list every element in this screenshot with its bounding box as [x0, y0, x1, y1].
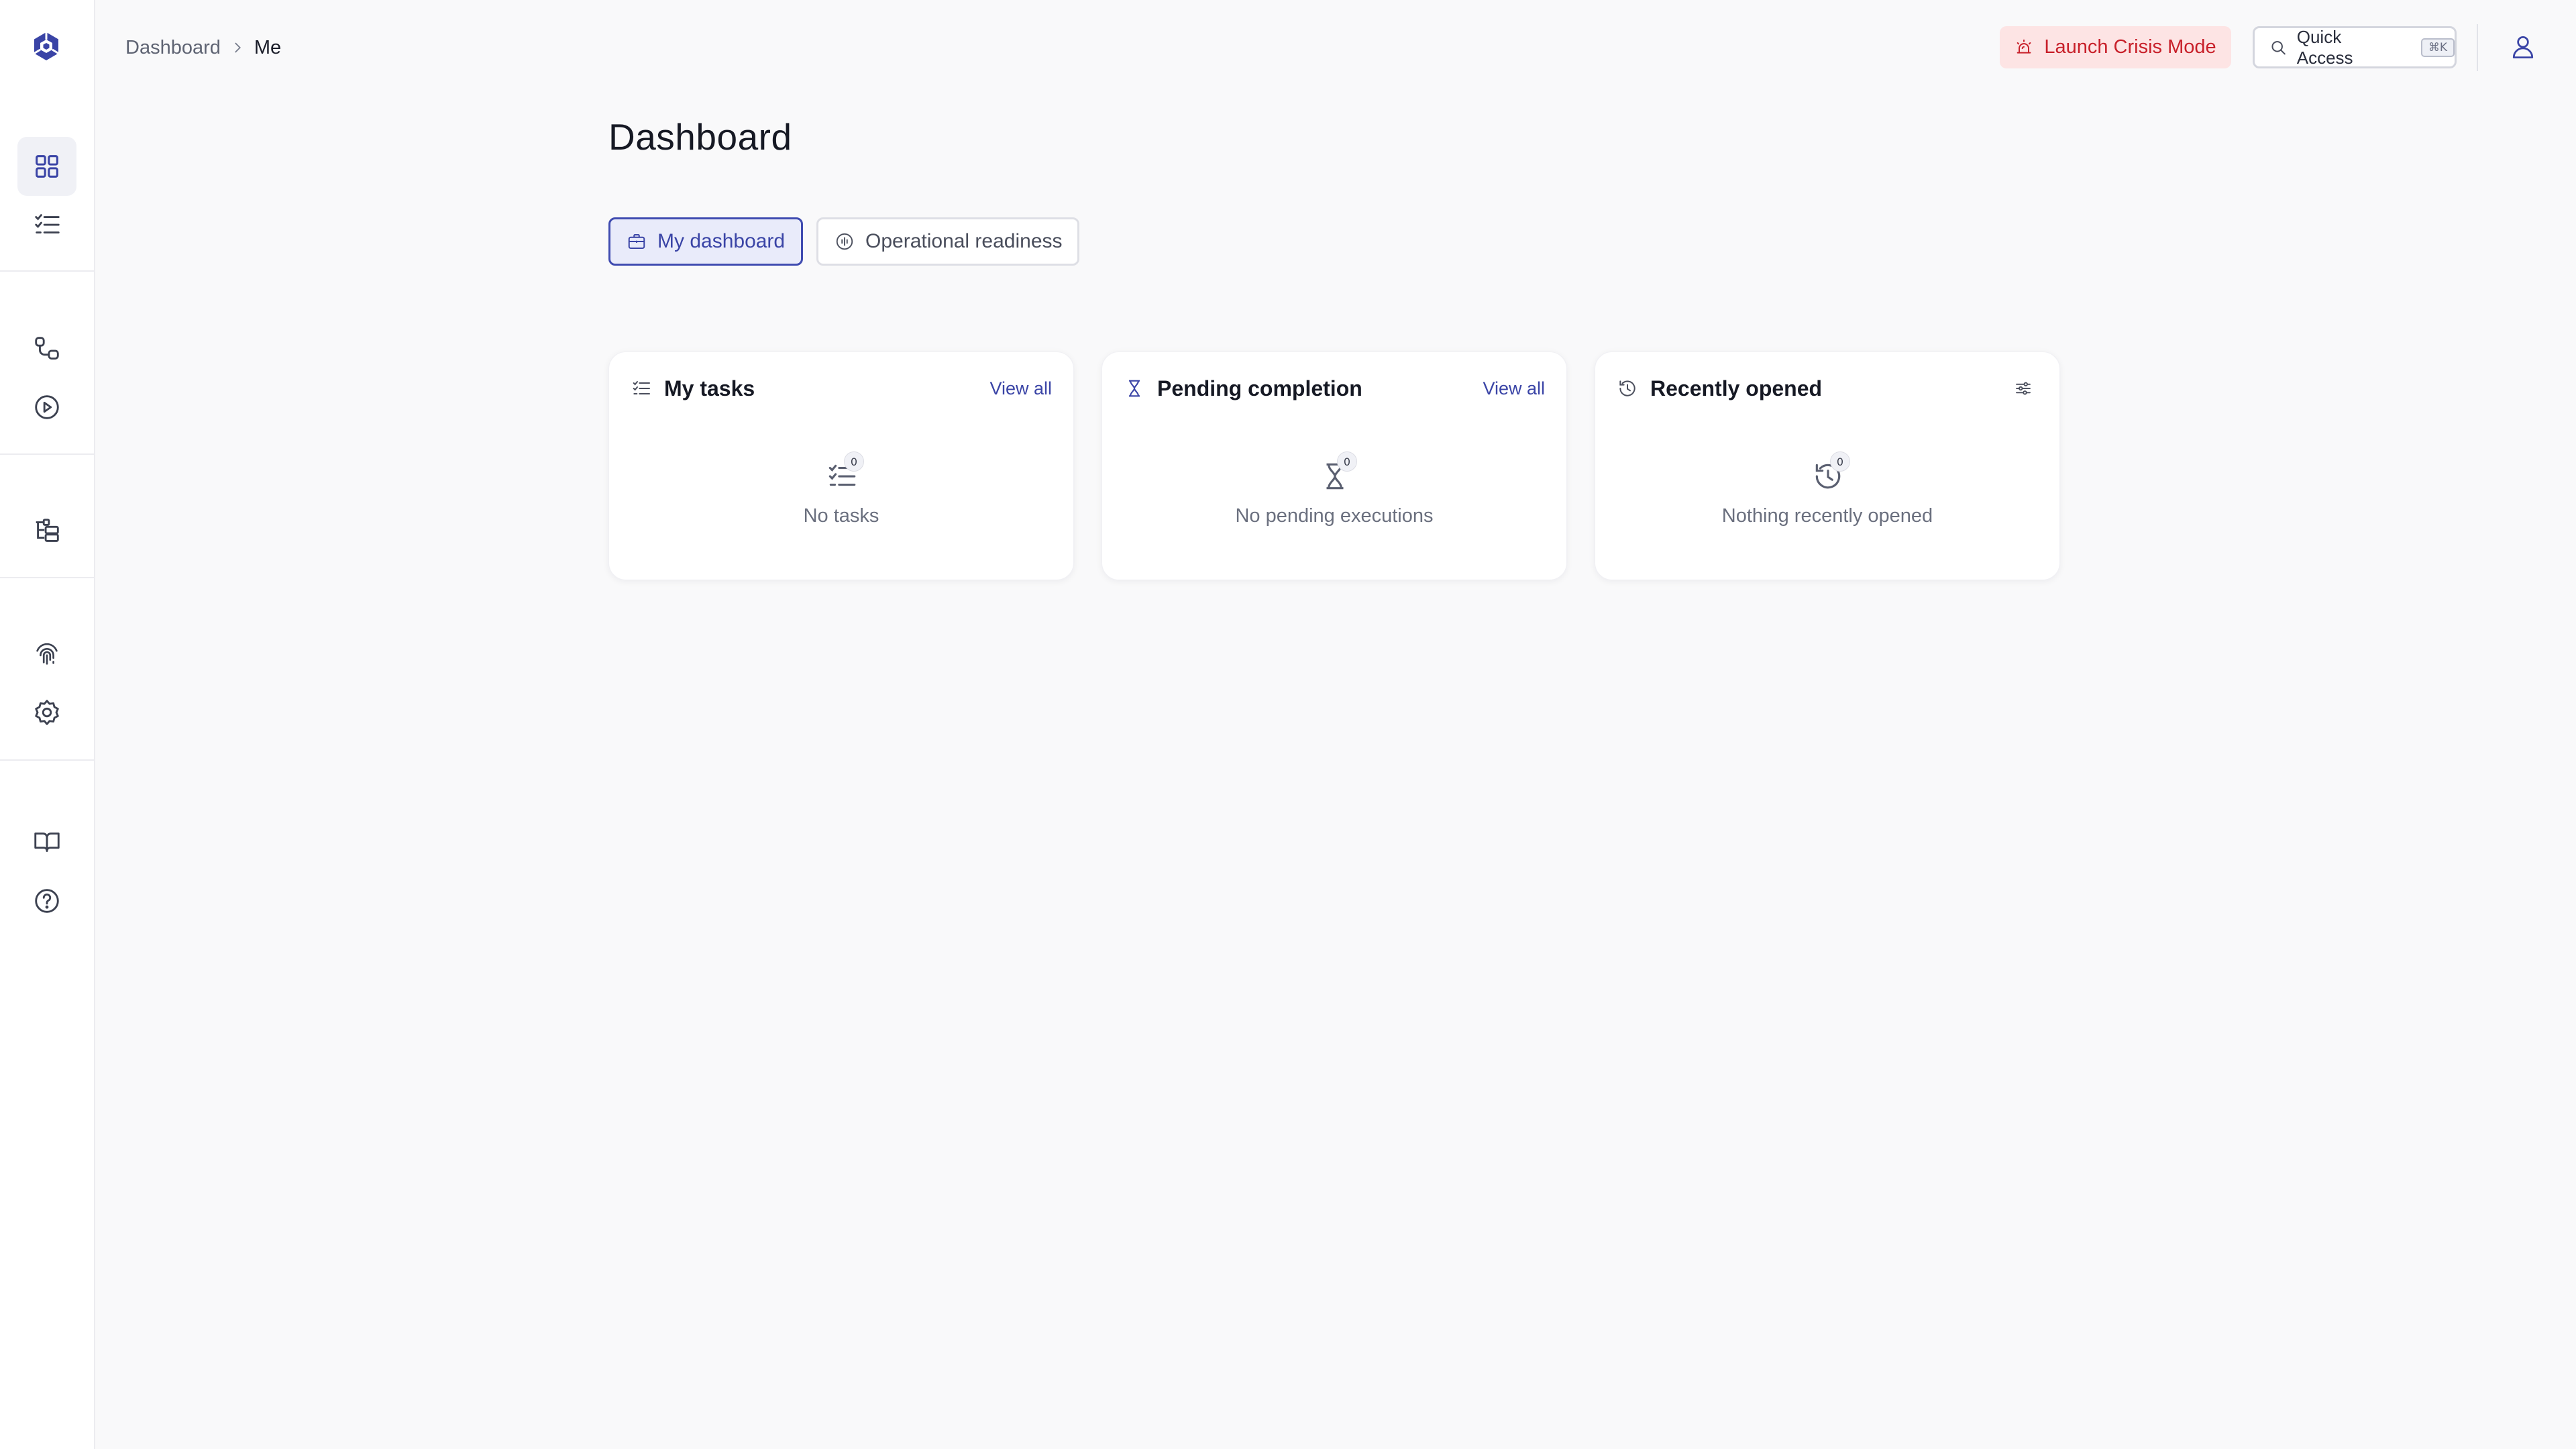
workflow-icon	[35, 337, 59, 360]
count-badge: 0	[1337, 451, 1357, 472]
app-logo[interactable]	[28, 28, 65, 65]
count-badge: 0	[1830, 451, 1850, 472]
my-tasks-card: My tasks View all 0 No tasks	[608, 352, 1074, 580]
pending-completion-card: Pending completion View all 0 No pending…	[1102, 352, 1567, 580]
checklist-icon	[633, 381, 650, 394]
empty-state: 0 No pending executions	[1102, 451, 1566, 527]
briefcase-icon	[628, 234, 645, 249]
view-all-link[interactable]: View all	[989, 359, 1052, 418]
view-all-link[interactable]: View all	[1483, 359, 1545, 418]
filter-settings-button[interactable]	[2008, 359, 2038, 418]
fingerprint-icon	[36, 643, 58, 665]
card-title: Recently opened	[1650, 376, 1823, 400]
empty-text: No pending executions	[1235, 505, 1434, 527]
nav-structure[interactable]	[17, 502, 76, 561]
empty-state: 0 Nothing recently opened	[1595, 451, 2059, 527]
card-title: Pending completion	[1157, 376, 1362, 400]
readiness-icon	[836, 233, 853, 250]
sidebar	[0, 0, 95, 1449]
empty-text: No tasks	[803, 505, 879, 527]
quick-access-button[interactable]: Quick Access ⌘K	[2253, 26, 2457, 68]
launch-crisis-mode-button[interactable]: Launch Crisis Mode	[2000, 26, 2231, 68]
nav-docs[interactable]	[17, 812, 76, 871]
gear-icon	[35, 700, 59, 725]
chevron-right-icon	[230, 40, 245, 55]
quick-access-label: Quick Access	[2296, 26, 2353, 68]
logo-icon	[34, 32, 59, 60]
nav-executions[interactable]	[17, 378, 76, 437]
tab-operational-readiness[interactable]: Operational readiness	[816, 217, 1079, 266]
nav-dashboard[interactable]	[17, 137, 76, 196]
nav-settings[interactable]	[17, 683, 76, 742]
sidebar-divider	[0, 270, 94, 272]
empty-state: 0 No tasks	[609, 451, 1073, 527]
checklist-icon	[35, 214, 60, 233]
play-circle-icon	[35, 395, 59, 419]
nav-help[interactable]	[17, 871, 76, 930]
count-badge: 0	[844, 451, 864, 472]
breadcrumb-me: Me	[254, 36, 282, 58]
card-title: My tasks	[664, 376, 755, 400]
sliders-icon	[2016, 382, 2031, 395]
tab-label: My dashboard	[657, 230, 786, 252]
nav-workflows[interactable]	[17, 319, 76, 378]
hierarchy-icon	[36, 519, 59, 542]
breadcrumb-dashboard[interactable]: Dashboard	[125, 37, 221, 59]
history-icon	[1619, 380, 1635, 396]
siren-icon	[2017, 39, 2031, 54]
empty-text: Nothing recently opened	[1721, 505, 1933, 527]
user-menu-button[interactable]	[2504, 27, 2542, 67]
recently-opened-card: Recently opened 0 Nothing recently opene…	[1595, 352, 2060, 580]
sidebar-divider	[0, 759, 94, 761]
keyboard-shortcut: ⌘K	[2420, 38, 2455, 57]
tab-label: Operational readiness	[865, 230, 1063, 252]
book-icon	[34, 833, 60, 852]
page-title: Dashboard	[608, 116, 792, 158]
nav-identity[interactable]	[17, 624, 76, 683]
hourglass-icon	[1129, 380, 1140, 397]
header-divider	[2477, 24, 2478, 71]
tab-my-dashboard[interactable]: My dashboard	[608, 217, 803, 266]
breadcrumb: Dashboard Me	[125, 33, 281, 62]
help-icon	[35, 889, 59, 913]
sidebar-divider	[0, 577, 94, 578]
grid-icon	[36, 155, 58, 178]
search-icon	[2271, 40, 2286, 54]
nav-tasks[interactable]	[17, 195, 76, 254]
user-icon	[2512, 36, 2534, 58]
crisis-button-label: Launch Crisis Mode	[2044, 36, 2216, 58]
sidebar-divider	[0, 453, 94, 455]
